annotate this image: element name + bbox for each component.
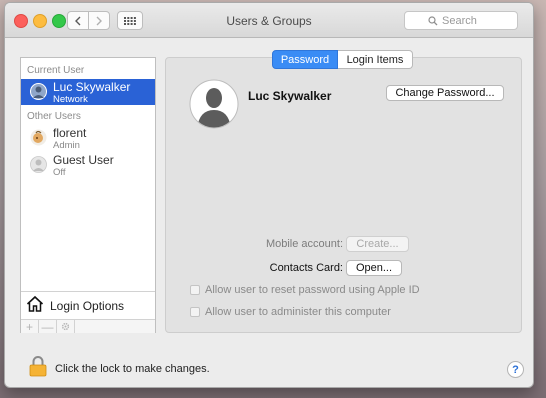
user-full-name: Luc Skywalker [248,89,332,103]
user-name: Guest User [53,153,114,167]
help-button[interactable]: ? [507,361,524,378]
contacts-card-label: Contacts Card: [269,262,343,274]
user-name: florent [53,126,87,140]
user-avatar-icon [30,156,47,173]
user-avatar-icon [30,83,47,100]
login-options-label: Login Options [50,299,125,313]
users-list: Current User Luc Skywalker Network Other… [20,57,156,333]
search-icon [428,15,438,25]
lock-icon[interactable] [29,355,47,377]
search-input[interactable] [442,14,494,27]
add-user-button[interactable]: + [21,320,39,333]
user-role: Off [53,167,66,178]
change-password-button[interactable]: Change Password... [386,85,504,101]
lock-message: Click the lock to make changes. [55,363,210,375]
user-item-guest-user[interactable]: Guest User Off [21,152,155,178]
mobile-account-label: Mobile account: [265,238,343,250]
reset-password-checkbox[interactable] [190,285,200,295]
user-role: Admin [53,140,80,151]
titlebar: Users & Groups [5,3,533,38]
gear-icon [61,322,70,331]
login-options-item[interactable]: Login Options [21,291,155,320]
user-avatar-icon [30,129,47,146]
current-user-header: Current User [27,65,85,76]
administer-option[interactable]: Allow user to administer this computer [190,305,391,319]
list-actions-bar: + — [21,319,155,333]
tab-bar: Password Login Items [272,50,413,69]
remove-user-button[interactable]: — [39,320,57,333]
search-field[interactable] [404,11,518,30]
administer-label: Allow user to administer this computer [205,306,391,318]
users-groups-window: Users & Groups Current User Luc Skywalke… [4,2,534,388]
user-item-florent[interactable]: florent Admin [21,125,155,151]
user-name: Luc Skywalker [53,80,131,94]
open-contacts-card-button[interactable]: Open... [346,260,402,276]
other-users-header: Other Users [27,111,81,122]
tab-password[interactable]: Password [272,50,338,69]
reset-password-label: Allow user to reset password using Apple… [205,284,420,296]
user-role: Network [53,94,88,105]
home-icon [26,295,44,312]
administer-checkbox[interactable] [190,307,200,317]
tab-login-items[interactable]: Login Items [338,50,413,69]
reset-password-option[interactable]: Allow user to reset password using Apple… [190,283,420,297]
create-mobile-account-button[interactable]: Create... [346,236,409,252]
user-item-luc-skywalker[interactable]: Luc Skywalker Network [21,79,155,105]
user-picture[interactable] [189,79,239,129]
action-menu-button[interactable] [57,320,75,333]
